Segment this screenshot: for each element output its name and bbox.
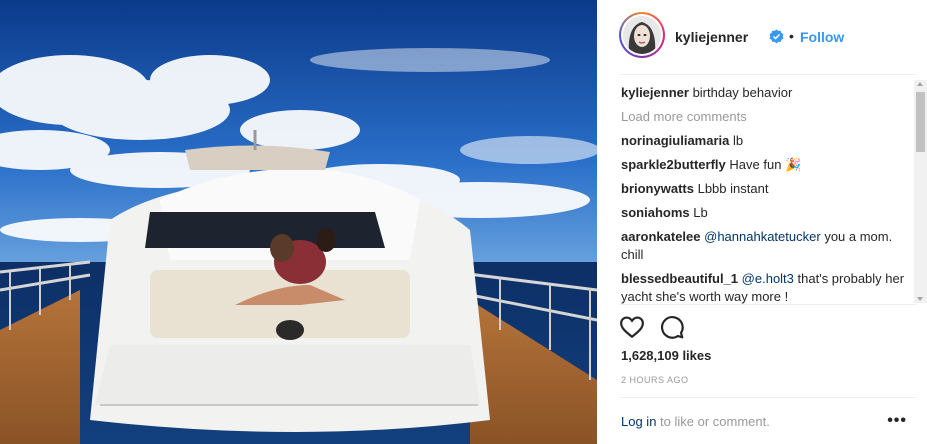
list-item: brionywatts Lbbb instant [621, 180, 911, 198]
load-more-comments-button[interactable]: Load more comments [621, 108, 911, 126]
comment-text: Have fun 🎉 [729, 157, 802, 172]
comment-text: lb [733, 133, 744, 148]
comment-username[interactable]: blessedbeautiful_1 [621, 271, 738, 286]
caption-username[interactable]: kyliejenner [621, 85, 689, 100]
post-details-panel: kyliejenner • Follow kyliejenner birthda… [597, 0, 927, 444]
scroll-up-arrow-icon[interactable] [917, 82, 923, 86]
like-count[interactable]: 1,628,109 likes [621, 348, 711, 363]
comment-icon[interactable] [659, 314, 685, 340]
post-header: kyliejenner • Follow [597, 0, 927, 75]
login-prompt: Log in to like or comment. [621, 414, 770, 429]
comment-username[interactable]: norinagiuliamaria [621, 133, 729, 148]
comment-text: Lbbb instant [697, 181, 769, 196]
post-photo[interactable] [0, 0, 597, 444]
more-options-icon[interactable]: ••• [887, 412, 907, 430]
post-timestamp[interactable]: 2 HOURS AGO [621, 375, 689, 385]
scrollbar-thumb[interactable] [916, 92, 925, 152]
comment-username[interactable]: sparkle2butterfly [621, 157, 726, 172]
login-prompt-text: to like or comment. [660, 414, 770, 429]
comment-username[interactable]: aaronkatelee [621, 229, 701, 244]
list-item: norinagiuliamaria lb [621, 132, 911, 150]
comments-list: kyliejenner birthday behavior Load more … [621, 84, 911, 304]
comment-mention[interactable]: @hannahkatetucker [704, 229, 821, 244]
actions-divider [619, 304, 917, 305]
avatar[interactable] [619, 12, 665, 58]
profile-photo-icon [623, 16, 661, 54]
header-divider [619, 74, 917, 75]
comment-text: Lb [693, 205, 708, 220]
list-item: soniahoms Lb [621, 204, 911, 222]
post-username[interactable]: kyliejenner [675, 29, 748, 45]
footer-divider [619, 397, 917, 398]
heart-icon[interactable] [619, 314, 645, 340]
comments-scrollbar[interactable] [914, 80, 927, 303]
follow-button[interactable]: Follow [800, 29, 844, 45]
comment-mention[interactable]: @e.holt3 [742, 271, 794, 286]
verified-badge-icon [769, 29, 784, 44]
caption: kyliejenner birthday behavior [621, 84, 911, 102]
comment-username[interactable]: soniahoms [621, 205, 690, 220]
avatar-image [623, 16, 661, 54]
list-item: blessedbeautiful_1 @e.holt3 that's proba… [621, 270, 911, 304]
comment-username[interactable]: brionywatts [621, 181, 694, 196]
caption-text: birthday behavior [692, 85, 793, 100]
list-item: aaronkatelee @hannahkatetucker you a mom… [621, 228, 911, 264]
list-item: sparkle2butterfly Have fun 🎉 [621, 156, 911, 174]
login-link[interactable]: Log in [621, 414, 656, 429]
yacht-photo-image [0, 0, 597, 444]
header-separator: • [789, 28, 794, 44]
scroll-down-arrow-icon[interactable] [917, 297, 923, 301]
